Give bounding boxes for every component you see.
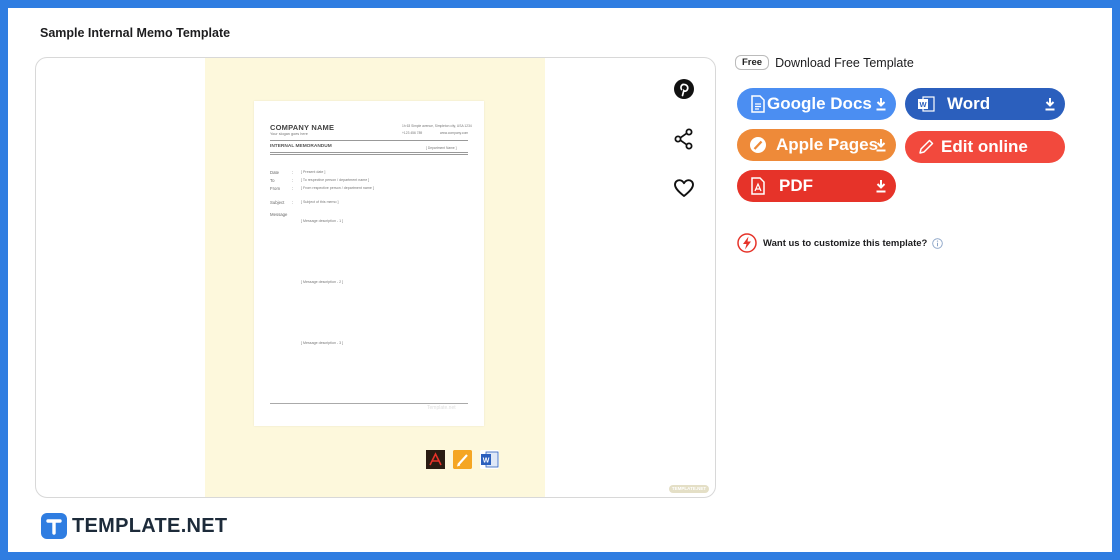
doc-website-block: www.company.com <box>440 130 468 137</box>
pdf-icon <box>751 177 765 195</box>
apple-pages-icon <box>750 137 766 153</box>
doc-field-value: [ From respective person / department na… <box>301 186 374 190</box>
download-arrow-icon <box>876 180 886 193</box>
edit-online-label: Edit online <box>941 137 1028 156</box>
customize-text: Want us to customize this template? <box>763 237 928 249</box>
doc-divider <box>270 154 468 155</box>
doc-field-colon: : <box>292 186 294 191</box>
doc-field-value: [ To respective person / department name… <box>301 178 370 182</box>
preview-background: COMPANY NAME Your slogan goes here 1h 63… <box>205 58 709 497</box>
pinterest-icon[interactable] <box>672 77 696 101</box>
preview-brand-badge: TEMPLATE.NET <box>669 485 709 493</box>
apple-pages-label: Apple Pages <box>776 135 879 154</box>
doc-field-colon: : <box>292 200 294 205</box>
doc-footer-rule <box>270 403 468 404</box>
download-arrow-icon <box>876 139 886 152</box>
word-button[interactable]: W Word <box>905 88 1065 120</box>
pdf-button[interactable]: PDF <box>737 170 896 202</box>
google-docs-icon <box>751 95 765 113</box>
doc-message: [ Message description - 3 ] <box>301 341 344 345</box>
download-arrow-icon <box>876 98 886 111</box>
doc-field-label: To <box>270 178 275 183</box>
download-arrow-icon <box>1045 98 1055 111</box>
download-heading: Download Free Template <box>775 55 914 70</box>
doc-field-colon: : <box>292 170 294 175</box>
doc-watermark: Template.net <box>427 405 456 411</box>
doc-divider <box>270 152 468 153</box>
doc-field-value: [ Subject of this memo ] <box>301 200 339 204</box>
word-format-icon: W <box>480 450 499 469</box>
google-docs-button[interactable]: Google Docs <box>737 88 896 120</box>
template-logo-icon <box>41 513 67 539</box>
word-icon: W <box>918 96 935 112</box>
page-title: Sample Internal Memo Template <box>40 26 231 40</box>
info-icon[interactable] <box>932 237 944 249</box>
doc-field-label: Subject <box>270 200 285 205</box>
template-preview-card: COMPANY NAME Your slogan goes here 1h 63… <box>35 57 716 498</box>
google-docs-label: Google Docs <box>767 94 872 113</box>
download-heading-row: Free Download Free Template <box>735 55 914 70</box>
doc-field-label: Message <box>270 212 288 217</box>
share-icon[interactable] <box>672 127 696 151</box>
doc-address: 1h 63 Simple avenue, Simpleton city, USA… <box>402 124 472 128</box>
apple-pages-button[interactable]: Apple Pages <box>737 129 896 161</box>
pdf-label: PDF <box>779 176 813 195</box>
doc-memo-heading: INTERNAL MEMORANDUM <box>270 144 332 149</box>
doc-company-name: COMPANY NAME <box>270 123 335 132</box>
doc-field-value: [ Present date ] <box>301 170 326 174</box>
svg-text:W: W <box>919 100 927 109</box>
doc-divider <box>270 140 468 141</box>
brand-logo[interactable]: TEMPLATE.NET <box>41 513 227 539</box>
page-canvas: Sample Internal Memo Template COMPANY NA… <box>8 8 1112 552</box>
apple-pages-format-icon <box>453 450 472 469</box>
doc-message: [ Message description - 1 ] <box>301 219 344 223</box>
doc-tagline: Your slogan goes here <box>270 132 308 136</box>
svg-text:W: W <box>483 458 490 465</box>
doc-website: www.company.com <box>440 131 469 135</box>
brand-name: TEMPLATE.NET <box>72 514 228 537</box>
pencil-icon <box>919 139 934 154</box>
doc-field-label: From <box>270 186 281 191</box>
free-badge: Free <box>735 55 770 70</box>
heart-icon[interactable] <box>672 176 696 200</box>
lightning-bolt-icon <box>737 233 757 253</box>
pdf-format-icon <box>426 450 445 469</box>
doc-department: [ Department Name ] <box>426 146 457 150</box>
edit-online-button[interactable]: Edit online <box>905 131 1065 163</box>
doc-field-label: Date <box>270 170 280 175</box>
customize-row[interactable]: Want us to customize this template? <box>737 233 944 253</box>
document-preview[interactable]: COMPANY NAME Your slogan goes here 1h 63… <box>254 101 484 426</box>
doc-field-colon: : <box>292 178 294 183</box>
doc-message: [ Message description - 2 ] <box>301 280 344 284</box>
word-label: Word <box>947 94 991 113</box>
